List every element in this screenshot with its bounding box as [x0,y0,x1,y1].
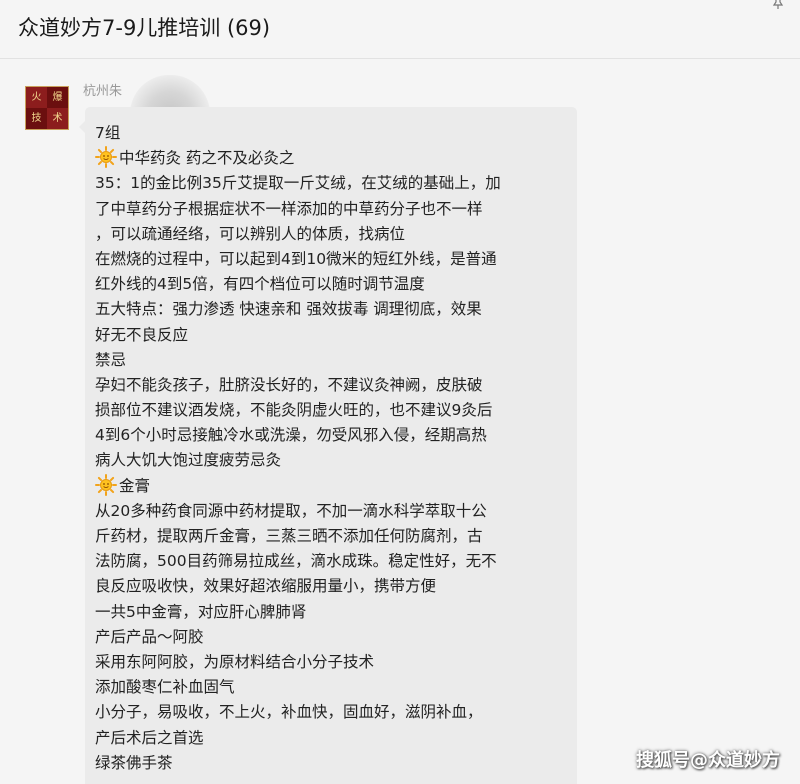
message-line-text: 五大特点：强力渗透 快速亲和 强效拔毒 调理彻底，效果 [95,300,482,319]
message-list[interactable]: 火 爆 技 术 杭州朱 7组中华药灸 药之不及必灸之 35：1的金比例35斤艾提取… [0,59,800,784]
message-line-text: 在燃烧的过程中，可以起到4到10微米的短红外线，是普通 [95,249,497,268]
message-line: 绿茶佛手茶 [95,751,575,776]
message-line-text: 绿茶佛手茶 [95,753,173,772]
message-line-text: 病人大饥大饱过度疲劳忌灸 [95,451,282,470]
message-line: 损部位不建议酒发烧，不能灸阴虚火旺的，也不建议9灸后 [95,398,575,423]
message-line: 病人大饥大饱过度疲劳忌灸 [95,448,575,473]
message-line-text: 红外线的4到5倍，有四个档位可以随时调节温度 [95,275,425,294]
watermark: 搜狐号@众道妙方 [636,750,780,771]
message-line-text: 法防腐，500目药筛易拉成丝，滴水成珠。稳定性好，无不 [95,552,497,571]
message-line: 良反应吸收快，效果好超浓缩服用量小，携带方便 [95,574,575,599]
avatar-char: 爆 [47,87,68,108]
message-line: 五大特点：强力渗透 快速亲和 强效拔毒 调理彻底，效果 [95,297,575,322]
message-line-text: 7组 [95,124,121,142]
message-line: 好无不良反应 [95,323,575,348]
message-line: 小分子，易吸收，不上火，补血快，固血好，滋阴补血， [95,700,575,725]
message-line-text: 金膏 [119,476,151,495]
message-line: 产后产品～阿胶 [95,625,575,650]
message-line: 斤药材，提取两斤金膏，三蒸三晒不添加任何防腐剂，古 [95,524,575,549]
message-line-text: 4到6个小时忌接触冷水或洗澡，勿受风邪入侵，经期高热 [95,426,487,445]
message-line: 红外线的4到5倍，有四个档位可以随时调节温度 [95,272,575,297]
message-line-text: 从20多种药食同源中药材提取，不加一滴水科学萃取十公 [95,501,487,520]
message-line: 采用东阿阿胶，为原材料结合小分子技术 [95,650,575,675]
message-line: 一共5中金膏，对应肝心脾肺肾 [95,600,575,625]
message-line-text: 采用东阿阿胶，为原材料结合小分子技术 [95,652,375,671]
chat-title: 众道妙方7-9儿推培训 (69) [18,16,271,40]
message-text: 7组中华药灸 药之不及必灸之 35：1的金比例35斤艾提取一斤艾绒，在艾绒的基础上… [95,121,575,776]
message-line-text: 中华药灸 药之不及必灸之 [119,149,295,168]
sender-name: 杭州朱 [83,84,123,99]
message-line-text: 禁忌 [95,350,127,369]
message-line: 从20多种药食同源中药材提取，不加一滴水科学萃取十公 [95,499,575,524]
message-line-text: 产后术后之首选 [95,728,204,747]
sender-avatar[interactable]: 火 爆 技 术 [25,86,69,130]
message-line: 禁忌 [95,348,575,373]
sun-emoji-icon [95,473,117,496]
chat-window: 众道妙方7-9儿推培训 (69) 火 爆 技 术 杭州朱 7组中华药灸 药之不及… [0,0,800,784]
message-line-text: 好无不良反应 [95,325,189,344]
avatar-char: 术 [47,108,68,129]
message-line: 4到6个小时忌接触冷水或洗澡，勿受风邪入侵，经期高热 [95,423,575,448]
message-line: 7组 [95,121,575,146]
message-line-text: 良反应吸收快，效果好超浓缩服用量小，携带方便 [95,577,437,596]
message-line-text: 添加酸枣仁补血固气 [95,678,235,697]
message-line: 产后术后之首选 [95,726,575,751]
message-line: 35：1的金比例35斤艾提取一斤艾绒，在艾绒的基础上，加 [95,171,575,196]
pin-icon[interactable] [772,0,784,14]
message-line-text: 小分子，易吸收，不上火，补血快，固血好，滋阴补血， [95,703,483,722]
message-line-text: 一共5中金膏，对应肝心脾肺肾 [95,602,307,621]
message-line-text: 损部位不建议酒发烧，不能灸阴虚火旺的，也不建议9灸后 [95,401,493,420]
message-line: 孕妇不能灸孩子，肚脐没长好的，不建议灸神阙，皮肤破 [95,373,575,398]
sun-emoji-icon [95,146,117,169]
message-line: 金膏 [95,473,575,499]
message-line: 中华药灸 药之不及必灸之 [95,146,575,171]
message-line-text: 35：1的金比例35斤艾提取一斤艾绒，在艾绒的基础上，加 [95,174,501,193]
avatar-char: 技 [26,108,47,129]
message-line-text: ，可以疏通经络，可以辨别人的体质，找病位 [95,224,406,243]
message-line-text: 了中草药分子根据症状不一样添加的中草药分子也不一样 [95,199,483,218]
message-line: 法防腐，500目药筛易拉成丝，滴水成珠。稳定性好，无不 [95,549,575,574]
chat-header: 众道妙方7-9儿推培训 (69) [0,0,800,59]
message-line-text: 孕妇不能灸孩子，肚脐没长好的，不建议灸神阙，皮肤破 [95,375,483,394]
message-line-text: 斤药材，提取两斤金膏，三蒸三晒不添加任何防腐剂，古 [95,527,483,545]
message-line: 在燃烧的过程中，可以起到4到10微米的短红外线，是普通 [95,247,575,272]
avatar-char: 火 [26,87,47,108]
message-line: 添加酸枣仁补血固气 [95,675,575,700]
message-line-text: 产后产品～阿胶 [95,627,204,646]
message-line: ，可以疏通经络，可以辨别人的体质，找病位 [95,222,575,247]
message-line: 了中草药分子根据症状不一样添加的中草药分子也不一样 [95,197,575,222]
